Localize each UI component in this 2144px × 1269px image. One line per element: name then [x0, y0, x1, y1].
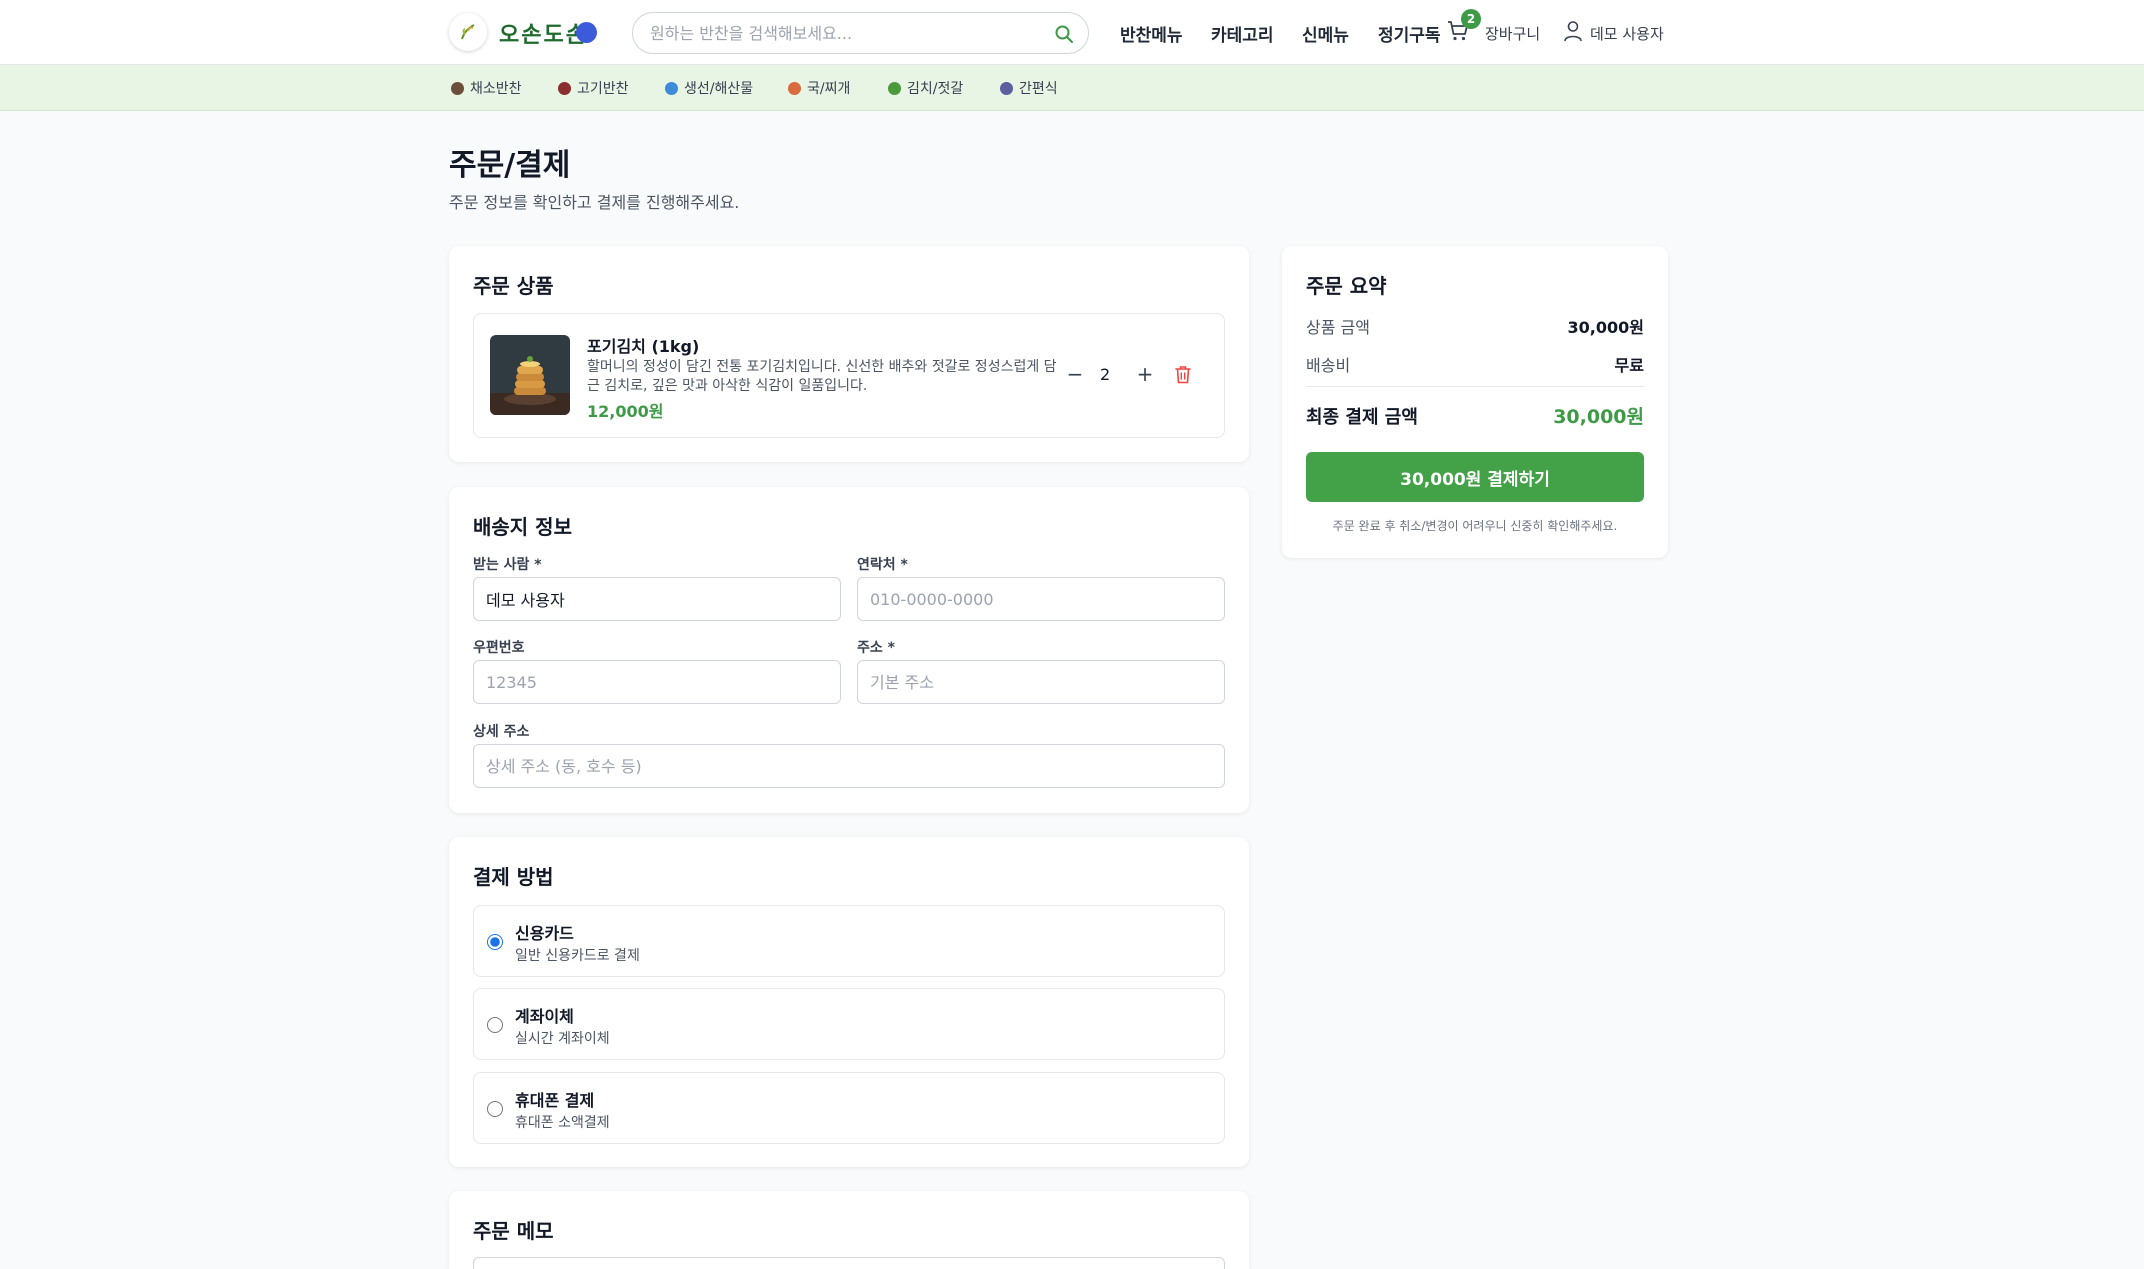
category-label: 국/찌개	[807, 81, 851, 97]
phone-label: 연락처 *	[857, 557, 908, 573]
soup-icon	[788, 81, 801, 95]
category-label: 고기반찬	[577, 81, 629, 97]
category-seafood[interactable]: 생선/해산물	[665, 78, 753, 98]
quantity-value: 2	[1100, 365, 1111, 384]
pay-button[interactable]: 30,000원 결제하기	[1306, 452, 1644, 502]
section-title: 주문 메모	[473, 1219, 554, 1243]
address-field[interactable]	[857, 660, 1225, 704]
payment-option-transfer[interactable]: 계좌이체 실시간 계좌이체	[473, 988, 1225, 1060]
category-vegetable[interactable]: 채소반찬	[451, 78, 522, 98]
recipient-label: 받는 사람 *	[473, 557, 542, 573]
convenience-food-icon	[1000, 81, 1013, 95]
payment-option-phone[interactable]: 휴대폰 결제 휴대폰 소액결제	[473, 1072, 1225, 1144]
page-subtitle: 주문 정보를 확인하고 결제를 진행해주세요.	[449, 193, 740, 212]
nav-new-menu[interactable]: 신메뉴	[1302, 21, 1349, 46]
subtotal-row: 상품 금액 30,000원	[1306, 314, 1644, 338]
section-title: 배송지 정보	[473, 515, 572, 539]
total-value: 30,000원	[1553, 406, 1644, 428]
divider	[1306, 386, 1644, 387]
kimchi-icon	[888, 81, 901, 95]
order-item: 포기김치 (1kg) 할머니의 정성이 담긴 전통 포기김치입니다. 신선한 배…	[473, 313, 1225, 438]
category-soup[interactable]: 국/찌개	[788, 78, 850, 98]
vegetable-icon	[451, 81, 464, 95]
summary-note: 주문 완료 후 취소/변경이 어려우니 신중히 확인해주세요.	[1332, 519, 1618, 533]
order-summary-card: 주문 요약 상품 금액 30,000원 배송비 무료 최종 결제 금액 30,0…	[1282, 246, 1668, 558]
subtotal-value: 30,000원	[1567, 318, 1644, 337]
order-items-card: 주문 상품 포기김치 (1kg) 할머니의 정성이 담긴 전통 포기김치입니다.…	[449, 246, 1249, 462]
category-label: 간편식	[1019, 81, 1058, 97]
category-bar: 채소반찬 고기반찬 생선/해산물 국/찌개 김치/젓갈 간편식	[0, 65, 2144, 111]
product-name[interactable]: 포기김치 (1kg)	[587, 333, 699, 357]
page-title: 주문/결제	[449, 148, 571, 183]
payment-card: 결제 방법 신용카드 일반 신용카드로 결제 계좌이체 실시간 계좌이체 휴대폰…	[449, 837, 1249, 1167]
product-description: 할머니의 정성이 담긴 전통 포기김치입니다. 신선한 배추와 젓갈로 정성스럽…	[587, 359, 1057, 394]
zip-label: 우편번호	[473, 640, 525, 656]
nav-banchan-menu[interactable]: 반찬메뉴	[1120, 21, 1183, 46]
quantity-decrease-button[interactable]: −	[1063, 362, 1087, 386]
nav-subscription[interactable]: 정기구독	[1378, 21, 1441, 46]
meat-icon	[558, 81, 571, 95]
section-title: 주문 요약	[1306, 274, 1387, 298]
section-title: 주문 상품	[473, 274, 554, 298]
payment-option-desc: 실시간 계좌이체	[515, 1031, 610, 1047]
cart-count-badge: 2	[1461, 9, 1481, 29]
cart-link[interactable]: 장바구니	[1485, 23, 1540, 44]
detail-address-label: 상세 주소	[473, 724, 530, 740]
blueberry-icon	[576, 22, 597, 43]
user-menu[interactable]: 데모 사용자	[1590, 23, 1664, 44]
category-label: 김치/젓갈	[907, 81, 964, 97]
address-label: 주소 *	[857, 640, 895, 656]
subtotal-label: 상품 금액	[1306, 318, 1370, 337]
phone-field[interactable]	[857, 577, 1225, 621]
user-icon[interactable]	[1563, 20, 1583, 42]
category-kimchi[interactable]: 김치/젓갈	[888, 78, 963, 98]
memo-field[interactable]	[473, 1257, 1225, 1269]
search-icon[interactable]	[1054, 24, 1074, 44]
payment-radio-transfer[interactable]	[487, 1017, 503, 1033]
shipping-card: 배송지 정보 받는 사람 * 연락처 * 우편번호 주소 * 상세 주소	[449, 487, 1249, 813]
section-title: 결제 방법	[473, 865, 554, 889]
shipping-fee-row: 배송비 무료	[1306, 352, 1644, 376]
payment-option-desc: 휴대폰 소액결제	[515, 1115, 610, 1131]
payment-option-name: 신용카드	[515, 924, 574, 943]
total-row: 최종 결제 금액 30,000원	[1306, 402, 1644, 429]
search-input[interactable]	[650, 13, 1040, 53]
trash-icon[interactable]	[1174, 365, 1192, 384]
site-header: 오손도손 반찬메뉴 카테고리 신메뉴 정기구독 2 장바구니 데모 사용자	[0, 0, 2144, 65]
payment-radio-card[interactable]	[487, 934, 503, 950]
brand-name[interactable]: 오손도손	[499, 17, 588, 49]
quantity-increase-button[interactable]: +	[1133, 362, 1157, 386]
category-label: 생선/해산물	[684, 81, 754, 97]
detail-address-field[interactable]	[473, 744, 1225, 788]
nav-category[interactable]: 카테고리	[1211, 21, 1274, 46]
payment-option-card[interactable]: 신용카드 일반 신용카드로 결제	[473, 905, 1225, 977]
payment-radio-phone[interactable]	[487, 1101, 503, 1117]
memo-card: 주문 메모	[449, 1191, 1249, 1269]
recipient-field[interactable]	[473, 577, 841, 621]
category-meat[interactable]: 고기반찬	[558, 78, 629, 98]
fish-icon	[665, 81, 678, 95]
search-bar	[632, 12, 1089, 54]
leaf-logo-icon[interactable]	[449, 13, 487, 51]
shipping-fee-value: 무료	[1614, 356, 1644, 375]
product-image[interactable]	[490, 335, 570, 415]
category-label: 채소반찬	[470, 81, 522, 97]
product-price: 12,000원	[587, 402, 664, 421]
payment-option-desc: 일반 신용카드로 결제	[515, 948, 640, 964]
shipping-fee-label: 배송비	[1306, 356, 1351, 375]
payment-option-name: 휴대폰 결제	[515, 1091, 595, 1110]
payment-option-name: 계좌이체	[515, 1007, 574, 1026]
zip-field[interactable]	[473, 660, 841, 704]
category-convenience[interactable]: 간편식	[1000, 78, 1058, 98]
total-label: 최종 결제 금액	[1306, 406, 1418, 428]
